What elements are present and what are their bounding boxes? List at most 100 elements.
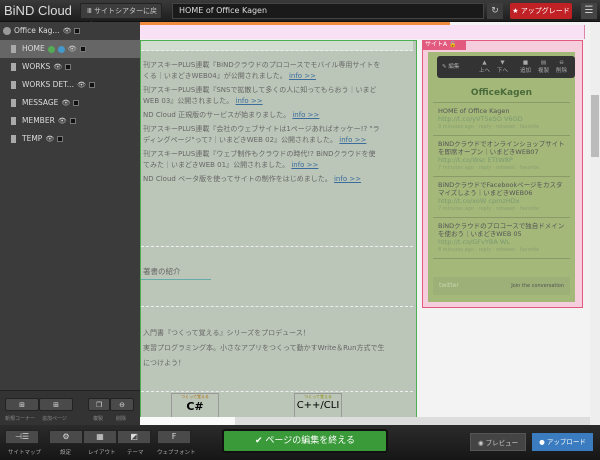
- move-up-button[interactable]: ▲ 上へ: [479, 60, 490, 74]
- site-a-label: サイトA 🔒: [422, 40, 466, 50]
- page-icon: [11, 99, 16, 107]
- vertical-scrollbar[interactable]: [590, 22, 600, 425]
- tweet-item: BiNDクラウドのプロコースで独自ドメインを使おう｜いまどきWEB 05 htt…: [433, 218, 570, 259]
- tweet-link[interactable]: http://t.co/GFvYBA WL: [438, 238, 510, 246]
- info-link[interactable]: info >>: [291, 161, 318, 169]
- join-conversation-link[interactable]: Join the conversation: [511, 277, 570, 295]
- twitter-widget[interactable]: OfficeKagen HOME of Office Kagen http://…: [428, 52, 575, 302]
- news-item: 刊アスキーPLUS連載『SNSで拡散して多くの人に知ってもらおう｜いまど WEB …: [143, 86, 377, 105]
- page-item-member[interactable]: MEMBER 👁: [0, 112, 140, 130]
- add-button[interactable]: ■ 追加: [520, 60, 531, 74]
- tweet-item: BiNDクラウドでFacebookページをカスタマイズしよう｜いまどきWEB06…: [433, 177, 570, 218]
- new-corner-button[interactable]: ⊞: [5, 398, 39, 411]
- page-item-home[interactable]: HOME 👁: [0, 40, 140, 58]
- page-icon: [11, 45, 16, 53]
- horizontal-scrollbar[interactable]: [140, 417, 590, 425]
- sitemap-button[interactable]: ⊣☰: [5, 430, 39, 444]
- duplicate-label: 複製: [93, 416, 104, 422]
- eye-icon[interactable]: 👁: [45, 130, 54, 148]
- menu-icon[interactable]: ☰: [581, 3, 597, 19]
- page-item-message[interactable]: MESSAGE 👁: [0, 94, 140, 112]
- eye-icon[interactable]: 👁: [61, 94, 70, 112]
- layout-label: レイアウト: [88, 450, 116, 456]
- settings-icon[interactable]: [74, 28, 81, 34]
- tweet-meta[interactable]: 8 minutes ago · reply · retweet · favori…: [438, 246, 565, 254]
- page-item-temp[interactable]: TEMP 👁: [0, 130, 140, 148]
- webfont-button[interactable]: F: [157, 430, 191, 444]
- settings-icon[interactable]: [88, 82, 95, 88]
- tweet-meta[interactable]: 3 minutes ago · reply · retweet · favori…: [438, 123, 565, 131]
- eye-icon[interactable]: 👁: [68, 40, 77, 58]
- app-logo: BiND Cloud: [4, 3, 72, 18]
- tweet-meta[interactable]: 7 minutes ago · reply · retweet · favori…: [438, 164, 565, 172]
- tweet-link[interactable]: http://t.co/xoW cpmzHDx: [438, 197, 520, 205]
- section-title: 著書の紹介: [143, 267, 181, 276]
- twitter-account: OfficeKagen: [470, 88, 533, 98]
- page-item-works-detail[interactable]: WORKS DET... 👁: [0, 76, 140, 94]
- add-page-button[interactable]: ⊞: [39, 398, 73, 411]
- settings-label: 設定: [60, 450, 72, 456]
- eye-icon[interactable]: 👁: [77, 76, 86, 94]
- page-label: WORKS DET...: [22, 80, 74, 89]
- tweet-meta[interactable]: 7 minutes ago · reply · retweet · favori…: [438, 205, 565, 213]
- info-link[interactable]: info >>: [236, 97, 263, 105]
- new-corner-label: 新規コーナー: [5, 416, 36, 422]
- move-down-button[interactable]: ▼ 下へ: [497, 60, 508, 74]
- delete-label: 削除: [116, 416, 127, 422]
- layout-button[interactable]: ▦: [83, 430, 117, 444]
- theme-label: テーマ: [127, 450, 144, 456]
- finish-editing-button[interactable]: ✔ ページの編集を終える: [222, 429, 388, 453]
- settings-icon[interactable]: [57, 136, 64, 142]
- upload-button[interactable]: ● アップロード: [532, 433, 593, 451]
- add-page-label: 追加ページ: [42, 416, 67, 422]
- settings-icon[interactable]: [79, 46, 86, 52]
- top-bar: BiND Cloud Ⅲ サイトシアターに戻る HOME of Office K…: [0, 0, 600, 29]
- page-icon: [11, 81, 16, 89]
- tweet-item: HOME of Office Kagen http://t.co/yVT5eSO…: [433, 103, 570, 136]
- info-link[interactable]: info >>: [292, 111, 319, 119]
- tweet-link[interactable]: http://t.co/yVT5eSO V6OD: [438, 115, 523, 123]
- refresh-icon[interactable]: ↻: [487, 3, 503, 19]
- settings-button[interactable]: ⚙: [49, 430, 83, 444]
- theme-button[interactable]: ◩: [117, 430, 151, 444]
- block-toolbar: ✎ 編集 ▲ 上へ ▼ 下へ ■ 追加 ▤ 複製 ⊖ 削除: [437, 56, 575, 78]
- status-icon: [57, 45, 65, 53]
- site-icon: [3, 27, 11, 35]
- settings-icon[interactable]: [65, 64, 72, 70]
- settings-icon[interactable]: [73, 100, 80, 106]
- delete-button[interactable]: ⊖: [110, 398, 134, 411]
- info-link[interactable]: info >>: [334, 175, 361, 183]
- news-list: 刊アスキーPLUS連載『BiNDクラウドのプロコースでモバイル専用サイトを くる｜…: [141, 60, 380, 188]
- news-item: 刊アスキーPLUS連載『BiNDクラウドのプロコースでモバイル専用サイトを くる｜…: [143, 61, 381, 80]
- info-link[interactable]: info >>: [339, 136, 366, 144]
- page-title-field[interactable]: HOME of Office Kagen: [172, 3, 484, 19]
- back-to-site-theater-button[interactable]: Ⅲ サイトシアターに戻る: [80, 3, 162, 29]
- page-label: MESSAGE: [22, 98, 59, 107]
- delete-block-button[interactable]: ⊖ 削除: [556, 60, 567, 74]
- preview-button[interactable]: ◉ プレビュー: [470, 433, 526, 451]
- duplicate-button[interactable]: ❐: [88, 398, 110, 411]
- site-name: Office Kag...: [14, 26, 60, 35]
- info-link[interactable]: info >>: [289, 72, 316, 80]
- eye-icon[interactable]: 👁: [53, 58, 62, 76]
- page-tools: ⊞ ⊞ ❐ ⊖ 新規コーナー 追加ページ 複製 削除: [0, 390, 140, 425]
- tweet-item: BiNDクラウドでオンラインショップサイトを即席オープン｜いまどきWEB07 h…: [433, 136, 570, 177]
- page-label: WORKS: [22, 62, 51, 71]
- page-item-works[interactable]: WORKS 👁: [0, 58, 140, 76]
- upgrade-button[interactable]: ★ アップグレード: [510, 3, 572, 19]
- copy-button[interactable]: ▤ 複製: [538, 60, 549, 74]
- page-canvas[interactable]: 刊アスキーPLUS連載『BiNDクラウドのプロコースでモバイル専用サイトを くる｜…: [140, 22, 590, 425]
- news-item: ND Cloud 正規版のサービスが始まりました。 info >>: [143, 111, 320, 119]
- settings-icon[interactable]: [69, 118, 76, 124]
- bottom-toolbar: ⊣☰ ⚙ ▦ ◩ F サイトマップ 設定 レイアウト テーマ ウェブフォント ✔…: [0, 425, 600, 460]
- tweet-link[interactable]: http://t.co/Wsc ETtW8P: [438, 156, 513, 164]
- page-tree: Office Kag... 👁 HOME 👁 WORKS 👁 WORKS DET...…: [0, 22, 140, 390]
- status-icon: [47, 45, 55, 53]
- sitemap-label: サイトマップ: [8, 450, 42, 456]
- eye-icon[interactable]: 👁: [58, 112, 67, 130]
- edit-button[interactable]: ✎ 編集: [442, 62, 459, 70]
- book-intro: 入門書『つくって覚える』シリーズをプロデュース！ 実習プログラミング本。小さなアプ…: [143, 329, 385, 367]
- site-root-item[interactable]: Office Kag... 👁: [0, 22, 140, 40]
- eye-icon[interactable]: 👁: [63, 22, 72, 40]
- scrollbar-thumb[interactable]: [591, 95, 599, 157]
